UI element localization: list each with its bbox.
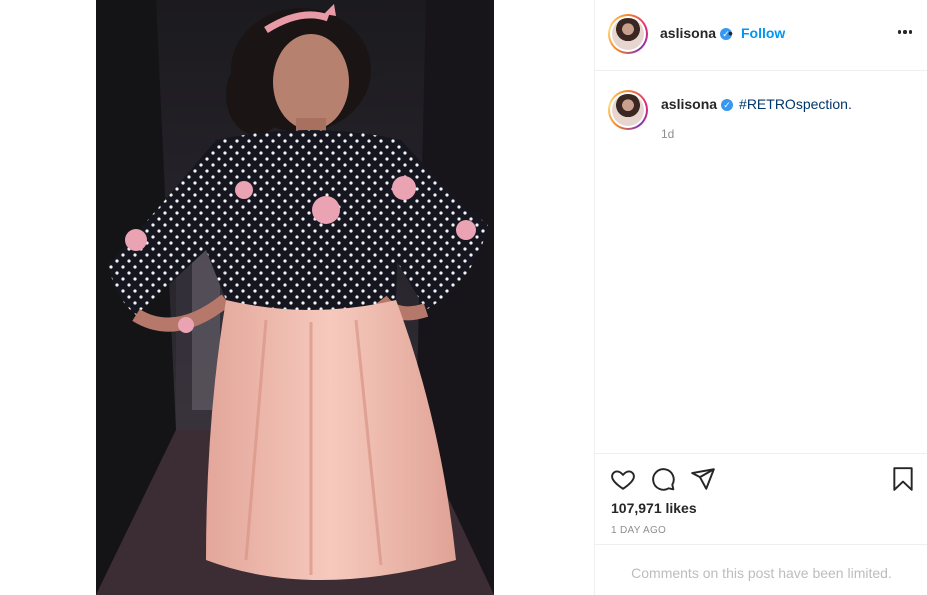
send-icon[interactable] [690,466,716,492]
caption-username-text: aslisona [661,96,718,112]
photo-illustration [96,0,494,595]
comment-icon[interactable] [650,466,676,492]
separator-dot: • [728,25,733,41]
heart-icon[interactable] [610,466,636,492]
username-text: aslisona [660,25,717,41]
likes-count[interactable]: 107,971 likes [611,500,697,516]
username-link[interactable]: aslisona ✓ [660,25,733,41]
caption-verified-badge-icon: ✓ [721,99,734,112]
post-media-area [0,0,594,595]
comments-limited-notice: Comments on this post have been limited. [595,544,927,595]
caption-username-link[interactable]: aslisona ✓ [661,96,734,112]
caption-avatar-image [612,94,644,126]
caption-timestamp[interactable]: 1d [661,127,674,141]
caption-avatar[interactable] [608,90,648,130]
hashtag-link[interactable]: #RETROspection. [739,96,852,112]
post-header: aslisona ✓ • Follow [595,0,927,71]
caption-text: aslisona ✓ #RETROspection. [661,96,852,112]
follow-button[interactable]: Follow [741,25,785,41]
avatar-image [612,18,644,50]
avatar[interactable] [608,14,648,54]
more-options-icon[interactable] [895,22,915,42]
post-details-panel: aslisona ✓ • Follow aslisona ✓ #RETROspecti… [594,0,927,595]
bookmark-icon[interactable] [890,466,916,492]
post-photo[interactable] [96,0,494,595]
post-date[interactable]: 1 DAY AGO [611,525,666,536]
post-actions-section: 107,971 likes 1 DAY AGO Comments on this… [595,453,927,595]
